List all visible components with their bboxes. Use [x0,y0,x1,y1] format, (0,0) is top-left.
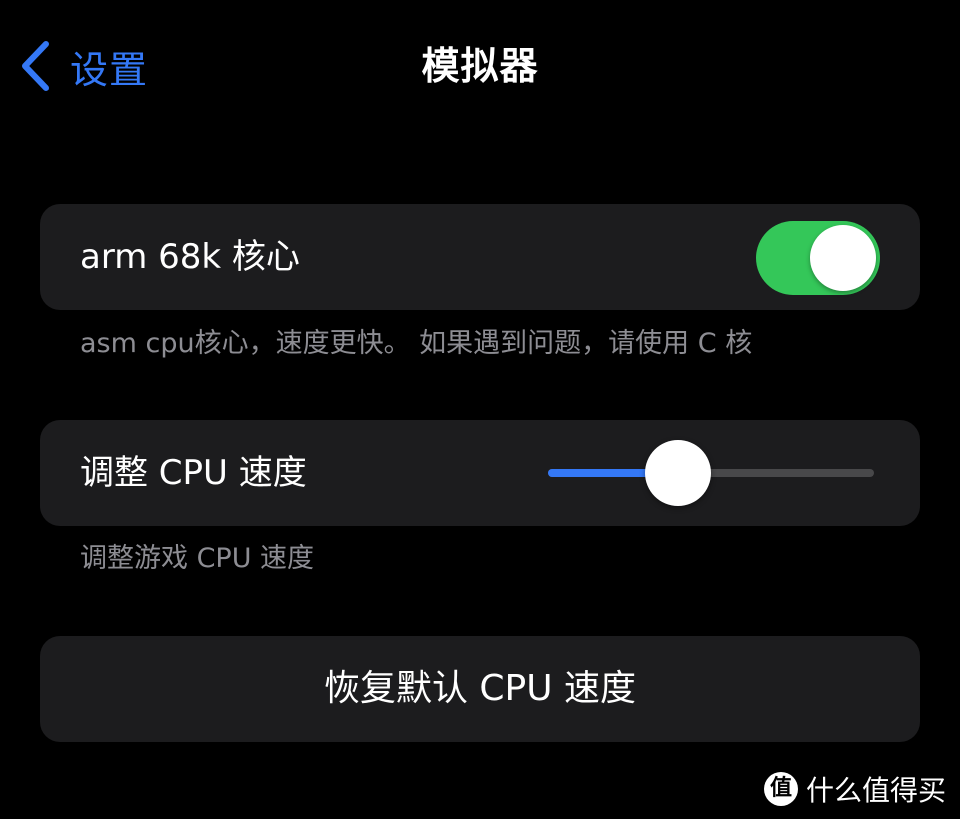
arm-core-toggle[interactable] [756,221,880,295]
reset-cpu-speed-label: 恢复默认 CPU 速度 [323,668,637,709]
zhi-logo-icon: 值 [763,772,798,806]
arm-core-footer: asm cpu核心，速度更快。 如果遇到问题，请使用 C 核 [80,328,753,359]
arm-core-label: arm 68k 核心 [80,237,300,277]
page-title: 模拟器 [421,44,539,88]
arm-core-cell: arm 68k 核心 [40,204,920,310]
toggle-knob [810,225,876,291]
cpu-speed-cell: 调整 CPU 速度 [40,420,920,526]
slider-thumb[interactable] [645,440,712,506]
reset-cpu-speed-button[interactable]: 恢复默认 CPU 速度 [40,636,920,742]
cpu-speed-slider[interactable] [548,437,874,509]
cpu-speed-footer: 调整游戏 CPU 速度 [80,543,315,574]
watermark-text: 什么值得买 [805,774,946,807]
cpu-speed-label: 调整 CPU 速度 [80,453,307,493]
watermark: 值 什么值得买 [763,769,946,809]
emulator-settings-screen: 设置 模拟器 arm 68k 核心 asm cpu核心，速度更快。 如果遇到问题… [0,0,960,819]
